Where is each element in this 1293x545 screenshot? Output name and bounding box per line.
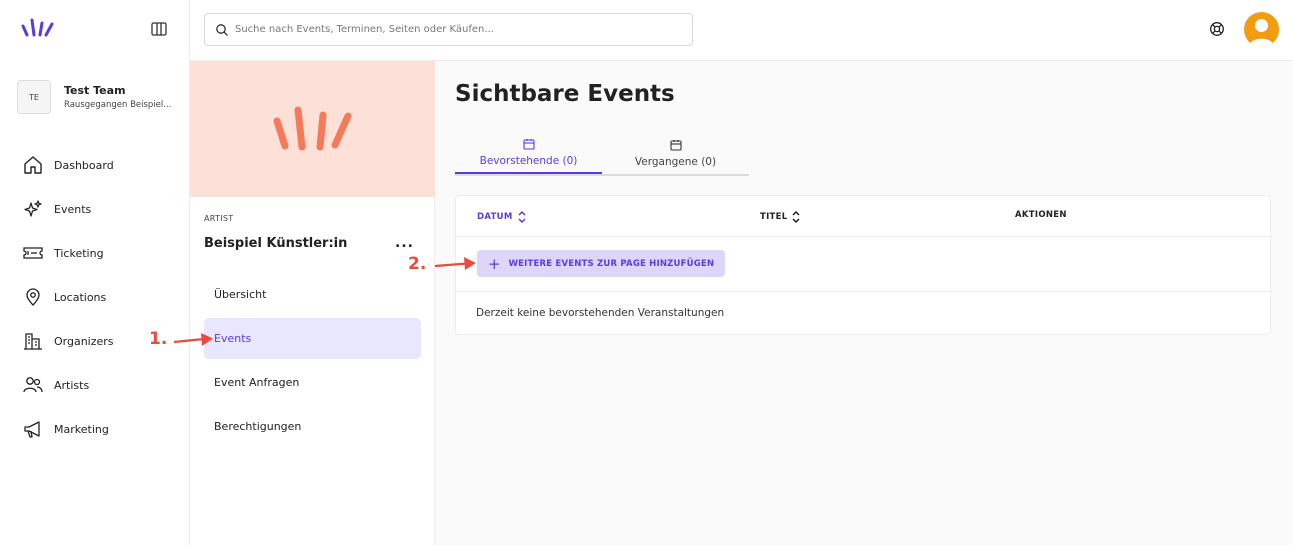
annotation-step-2: 2. <box>408 254 427 274</box>
sidebar-item-artists[interactable]: Artists <box>22 363 182 407</box>
team-name: Test Team <box>64 84 126 97</box>
sidebar-item-ticketing[interactable]: Ticketing <box>22 231 182 275</box>
annotation-step-1: 1. <box>149 329 168 349</box>
sidebar-item-label: Dashboard <box>54 158 114 172</box>
add-events-to-page-button[interactable]: + WEITERE EVENTS ZUR PAGE HINZUFÜGEN <box>477 250 726 277</box>
sidebar-item-label: Artists <box>54 378 90 392</box>
tab-upcoming[interactable]: Bevorstehende (0) <box>455 133 602 174</box>
sidebar-item-label: Events <box>54 202 92 216</box>
sidebar-item-marketing[interactable]: Marketing <box>22 407 182 451</box>
main-content: Sichtbare Events Bevorstehende (0) Verga… <box>435 61 1293 545</box>
tab-label: Bevorstehende (0) <box>479 155 578 167</box>
sidebar-collapse-icon[interactable] <box>151 22 167 36</box>
add-button-label: WEITERE EVENTS ZUR PAGE HINZUFÜGEN <box>508 258 715 269</box>
column-header-actions: AKTIONEN <box>1015 210 1067 220</box>
table-header: DATUM TITEL AKTIONEN <box>456 196 1270 237</box>
column-header-title[interactable]: TITEL <box>760 210 801 224</box>
search-input[interactable] <box>235 24 675 35</box>
help-lifebuoy-icon[interactable] <box>1209 21 1225 37</box>
artist-subnav: Übersicht Events Event Anfragen Berechti… <box>204 274 421 450</box>
add-events-row: + WEITERE EVENTS ZUR PAGE HINZUFÜGEN <box>456 237 1270 292</box>
sidebar-item-label: Marketing <box>54 422 109 436</box>
tab-past[interactable]: Vergangene (0) <box>602 133 749 174</box>
subnav-item-events[interactable]: Events <box>204 318 421 359</box>
sparkles-icon <box>24 200 42 217</box>
calendar-icon <box>669 140 682 151</box>
team-switcher[interactable]: TE Test Team Rausgegangen Beispiel... <box>17 80 182 114</box>
artist-name: Beispiel Künstler:in <box>204 236 348 251</box>
users-icon <box>23 377 43 393</box>
sidebar-item-dashboard[interactable]: Dashboard <box>22 143 182 187</box>
sidebar-item-label: Locations <box>54 290 107 304</box>
search-icon <box>216 23 228 36</box>
empty-state-message: Derzeit keine bevorstehenden Veranstaltu… <box>476 307 725 319</box>
user-icon <box>1249 19 1274 47</box>
more-options-button[interactable]: ... <box>395 235 414 251</box>
user-avatar[interactable] <box>1244 12 1279 47</box>
building-icon <box>24 333 42 350</box>
main-nav: Dashboard Events Ticketing Locations Org… <box>22 143 182 451</box>
team-avatar: TE <box>17 80 51 114</box>
sidebar-item-locations[interactable]: Locations <box>22 275 182 319</box>
artist-placeholder-logo-icon <box>273 106 351 151</box>
sort-icon <box>518 210 526 224</box>
sidebar-item-label: Ticketing <box>54 246 104 260</box>
sort-icon <box>792 210 801 224</box>
artist-type-label: ARTIST <box>204 214 234 223</box>
map-pin-icon <box>26 288 40 306</box>
topbar <box>190 0 1293 61</box>
event-tabs: Bevorstehende (0) Vergangene (0) <box>455 133 749 176</box>
annotation-arrow-1 <box>173 333 213 346</box>
page-title: Sichtbare Events <box>455 81 675 107</box>
artist-panel: ARTIST Beispiel Künstler:in ... Übersich… <box>190 61 435 545</box>
megaphone-icon <box>24 421 40 438</box>
subnav-item-overview[interactable]: Übersicht <box>204 274 421 315</box>
team-subtitle: Rausgegangen Beispiel... <box>64 100 172 110</box>
calendar-icon <box>522 139 535 150</box>
annotation-arrow-2 <box>434 257 476 270</box>
subnav-item-event-requests[interactable]: Event Anfragen <box>204 362 421 403</box>
tab-label: Vergangene (0) <box>634 156 717 168</box>
search-box[interactable] <box>204 13 693 46</box>
sidebar-item-events[interactable]: Events <box>22 187 182 231</box>
brand-logo-icon[interactable] <box>20 17 56 39</box>
column-header-date[interactable]: DATUM <box>477 210 527 224</box>
ticket-icon <box>23 247 43 259</box>
subnav-item-permissions[interactable]: Berechtigungen <box>204 406 421 447</box>
sidebar-item-label: Organizers <box>54 334 114 348</box>
home-icon <box>24 156 42 174</box>
artist-banner <box>190 61 435 197</box>
plus-icon: + <box>488 254 501 273</box>
sidebar: TE Test Team Rausgegangen Beispiel... Da… <box>0 0 190 545</box>
